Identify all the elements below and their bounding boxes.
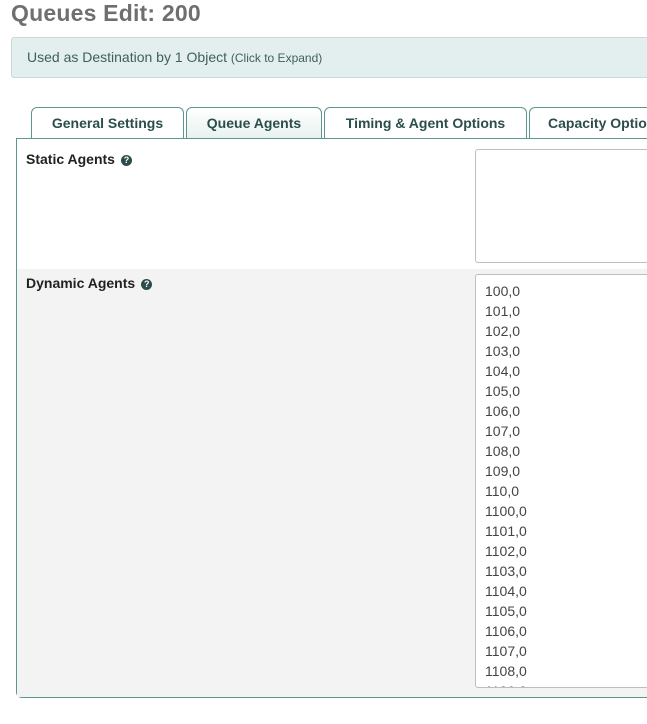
- tab-capacity-options[interactable]: Capacity Options: [529, 107, 647, 139]
- dynamic-agent-line: 108,0: [485, 443, 521, 459]
- help-icon[interactable]: ?: [120, 155, 132, 166]
- dynamic-agents-label: Dynamic Agents?: [26, 275, 153, 291]
- dynamic-agent-line: 1103,0: [485, 563, 527, 579]
- dynamic-agent-line: 107,0: [485, 423, 521, 439]
- dynamic-agent-line: 1108,0: [485, 663, 527, 679]
- tab-queue-agents[interactable]: Queue Agents: [186, 107, 322, 140]
- static-agents-label-text: Static Agents: [26, 151, 115, 167]
- dynamic-agent-line: 1100,0: [485, 503, 527, 519]
- dynamic-agent-line: 1104,0: [485, 583, 527, 599]
- dynamic-agent-line: 104,0: [485, 363, 521, 379]
- dynamic-agent-line: 1105,0: [485, 603, 527, 619]
- dynamic-agent-line: 101,0: [485, 303, 521, 319]
- destination-text: Used as Destination by 1 Object: [27, 49, 227, 65]
- dynamic-agent-line: 1109,0: [485, 681, 647, 687]
- dynamic-agents-row: Dynamic Agents? 100,0 101,0 102,0 103,0 104,…: [17, 269, 647, 697]
- static-agents-textarea[interactable]: [475, 149, 647, 263]
- queue-agents-panel: Static Agents? Dynamic Agents? 100,0 101,…: [16, 138, 647, 698]
- destination-banner[interactable]: Used as Destination by 1 Object (Click t…: [11, 37, 647, 78]
- dynamic-agent-line: 1102,0: [485, 543, 527, 559]
- dynamic-agent-line: 1107,0: [485, 643, 527, 659]
- dynamic-agent-line: 102,0: [485, 323, 521, 339]
- tab-bar: General Settings Queue Agents Timing & A…: [0, 107, 647, 140]
- dynamic-agent-line: 106,0: [485, 403, 521, 419]
- static-agents-label: Static Agents?: [26, 151, 132, 167]
- dynamic-agent-line: 105,0: [485, 383, 521, 399]
- dynamic-agents-label-text: Dynamic Agents: [26, 275, 136, 291]
- page-title: Queues Edit: 200: [11, 0, 201, 26]
- tab-general-settings[interactable]: General Settings: [31, 107, 184, 139]
- dynamic-agent-line: 100,0: [485, 283, 521, 299]
- expand-hint: (Click to Expand): [230, 51, 323, 65]
- static-agents-row: Static Agents?: [17, 139, 647, 269]
- dynamic-agent-line: 1101,0: [485, 523, 527, 539]
- dynamic-agent-line: 103,0: [485, 343, 521, 359]
- dynamic-agents-textarea[interactable]: 100,0 101,0 102,0 103,0 104,0 105,0 106,0 107,0…: [475, 274, 647, 688]
- help-icon[interactable]: ?: [141, 279, 153, 290]
- dynamic-agent-line: 1106,0: [485, 623, 527, 639]
- tab-timing-agent-options[interactable]: Timing & Agent Options: [324, 107, 527, 139]
- dynamic-agent-line: 109,0: [485, 463, 521, 479]
- dynamic-agent-line: 110,0: [485, 483, 519, 499]
